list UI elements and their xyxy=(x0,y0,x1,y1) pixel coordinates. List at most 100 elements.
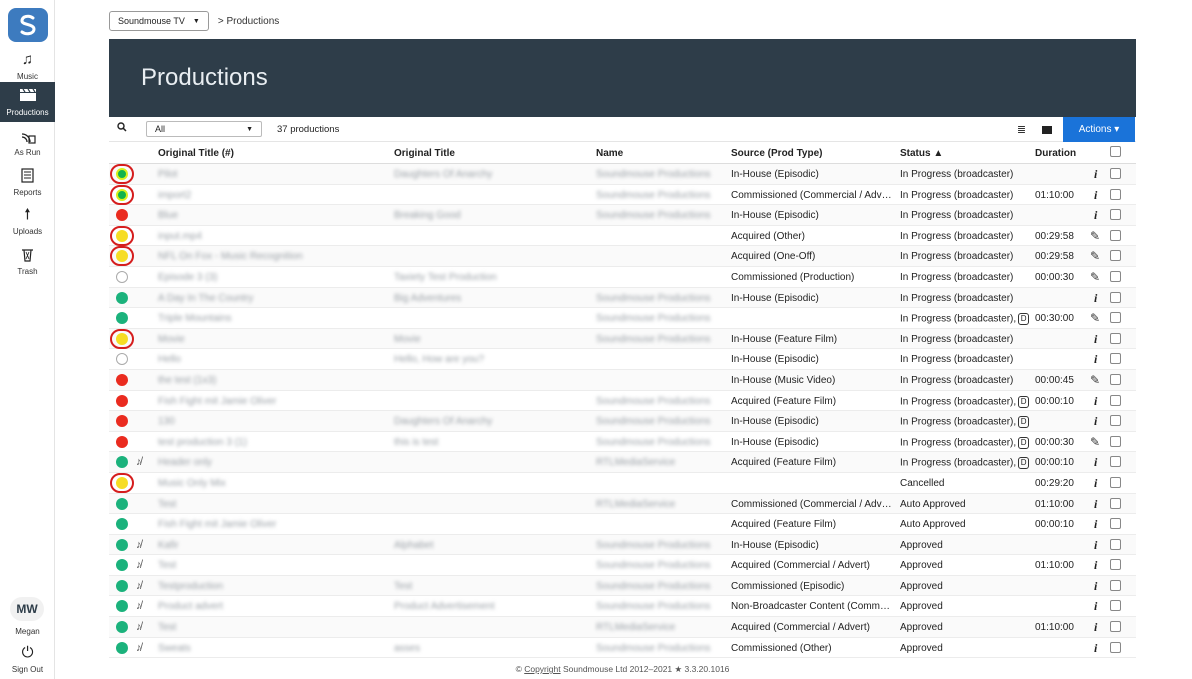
pencil-edit-icon[interactable]: ✎ xyxy=(1090,270,1100,284)
info-icon[interactable]: i xyxy=(1094,517,1097,532)
table-row[interactable]: ♪̸ Product advert Product Advertisement Sou… xyxy=(109,596,1136,618)
table-row[interactable]: the test (1x3) In-House (Music Video) In P… xyxy=(109,369,1136,391)
row-checkbox[interactable] xyxy=(1110,168,1121,179)
table-row[interactable]: Music Only Mix Cancelled 00:29:20 i xyxy=(109,472,1136,494)
row-checkbox[interactable] xyxy=(1110,394,1121,406)
info-icon[interactable]: i xyxy=(1094,497,1097,512)
table-row[interactable]: A Day In The Country Big Adventures Soundm… xyxy=(109,287,1136,309)
table-row[interactable]: 130 Daughters Of Anarchy Soundmouse Produc… xyxy=(109,411,1136,432)
row-checkbox[interactable] xyxy=(1110,559,1121,571)
col-status[interactable]: Status ▲ xyxy=(900,148,943,159)
original-title-num[interactable]: Pilot xyxy=(158,169,177,180)
info-icon[interactable]: i xyxy=(1094,599,1097,614)
original-title-num[interactable]: A Day In The Country xyxy=(158,293,253,304)
info-icon[interactable]: i xyxy=(1094,476,1097,491)
info-icon[interactable]: i xyxy=(1094,291,1097,306)
row-checkbox[interactable] xyxy=(1110,250,1121,262)
compact-view-icon[interactable] xyxy=(1036,120,1058,139)
row-checkbox[interactable] xyxy=(1110,188,1121,200)
original-title-num[interactable]: Fish Fight mit Jamie Oliver xyxy=(158,519,276,530)
avatar[interactable]: MW xyxy=(10,597,44,621)
info-icon[interactable]: i xyxy=(1094,455,1097,470)
col-source[interactable]: Source (Prod Type) xyxy=(731,148,823,159)
original-title-num[interactable]: 130 xyxy=(158,416,175,427)
pencil-edit-icon[interactable]: ✎ xyxy=(1090,435,1100,449)
sidebar-item-reports[interactable]: Reports xyxy=(0,162,55,202)
table-row[interactable]: Fish Fight mit Jamie Oliver Soundmouse Pr… xyxy=(109,391,1136,412)
select-all-checkbox[interactable] xyxy=(1110,146,1121,157)
table-row[interactable]: test production 3 (1) this is test Soundmo… xyxy=(109,432,1136,453)
table-row[interactable]: ♪̸ Kafir Alphabet Soundmouse Productions In-… xyxy=(109,534,1136,556)
row-checkbox[interactable] xyxy=(1110,456,1121,468)
info-icon[interactable]: i xyxy=(1094,352,1097,367)
original-title-num[interactable]: Music Only Mix xyxy=(158,478,226,489)
original-title-num[interactable]: Triple Mountains xyxy=(158,313,232,324)
original-title-num[interactable]: Sweats xyxy=(158,643,191,654)
row-checkbox[interactable] xyxy=(1110,621,1121,633)
soundmouse-logo-icon[interactable] xyxy=(8,8,48,42)
original-title-num[interactable]: Test xyxy=(158,622,176,633)
pencil-edit-icon[interactable]: ✎ xyxy=(1090,311,1100,325)
row-checkbox[interactable] xyxy=(1110,353,1121,365)
original-title-num[interactable]: Testproduction xyxy=(158,581,223,592)
info-icon[interactable]: i xyxy=(1094,414,1097,429)
sidebar-item-music[interactable]: ♫ Music xyxy=(0,46,55,86)
row-checkbox[interactable] xyxy=(1110,435,1121,447)
info-icon[interactable]: i xyxy=(1094,394,1097,409)
original-title-num[interactable]: Fish Fight mit Jamie Oliver xyxy=(158,396,276,407)
info-icon[interactable]: i xyxy=(1094,208,1097,223)
table-row[interactable]: ♪̸ Test RTLMediaService Acquired (Commercia… xyxy=(109,617,1136,638)
original-title-num[interactable]: input.mp4 xyxy=(158,231,202,242)
table-row[interactable]: Triple Mountains Soundmouse Productions In… xyxy=(109,308,1136,329)
col-original-title-num[interactable]: Original Title (#) xyxy=(158,148,234,159)
search-icon[interactable] xyxy=(117,122,127,135)
row-checkbox[interactable] xyxy=(1110,415,1121,427)
col-original-title[interactable]: Original Title xyxy=(394,148,455,159)
original-title-num[interactable]: Test xyxy=(158,499,176,510)
table-row[interactable]: ♪̸ Test Soundmouse Productions Acquired (Co… xyxy=(109,555,1136,576)
row-checkbox[interactable] xyxy=(1110,497,1121,509)
row-checkbox[interactable] xyxy=(1110,476,1121,488)
row-checkbox[interactable] xyxy=(1110,579,1121,591)
original-title-num[interactable]: Header only xyxy=(158,457,212,468)
original-title-num[interactable]: Product advert xyxy=(158,601,223,612)
row-checkbox[interactable] xyxy=(1110,600,1121,612)
row-checkbox[interactable] xyxy=(1110,538,1121,550)
list-view-icon[interactable]: ≣ xyxy=(1012,120,1031,139)
info-icon[interactable]: i xyxy=(1094,538,1097,553)
copyright-link[interactable]: Copyright xyxy=(524,664,560,674)
table-row[interactable]: input.mp4 Acquired (Other) In Progress (br… xyxy=(109,225,1136,247)
table-row[interactable]: ♪̸ Testproduction Test Soundmouse Productio… xyxy=(109,575,1136,597)
info-icon[interactable]: i xyxy=(1094,620,1097,635)
sidebar-item-uploads[interactable]: 🠕 Uploads xyxy=(0,201,55,241)
account-select[interactable]: Soundmouse TV ▼ xyxy=(109,11,209,31)
table-row[interactable]: ♪̸ Header only RTLMediaService Acquired (Fe… xyxy=(109,452,1136,473)
original-title-num[interactable]: the test (1x3) xyxy=(158,375,216,386)
info-icon[interactable]: i xyxy=(1094,579,1097,594)
sidebar-item-trash[interactable]: Trash xyxy=(0,241,55,281)
pencil-edit-icon[interactable]: ✎ xyxy=(1090,249,1100,263)
filter-select[interactable]: All ▼ xyxy=(146,121,262,137)
table-row[interactable]: import2 Soundmouse Productions Commissione… xyxy=(109,184,1136,206)
table-row[interactable]: Movie Movie Soundmouse Productions In-House… xyxy=(109,328,1136,350)
table-row[interactable]: Blue Breaking Good Soundmouse Productions I… xyxy=(109,205,1136,226)
table-row[interactable]: Test RTLMediaService Commissioned (Commerc… xyxy=(109,493,1136,515)
original-title-num[interactable]: Hello xyxy=(158,354,181,365)
table-row[interactable]: NFL On Fox - Music Recognition Acquired (… xyxy=(109,246,1136,267)
row-checkbox[interactable] xyxy=(1110,209,1121,221)
actions-button[interactable]: Actions ▾ xyxy=(1063,117,1135,142)
row-checkbox[interactable] xyxy=(1110,518,1121,530)
row-checkbox[interactable] xyxy=(1110,229,1121,241)
row-checkbox[interactable] xyxy=(1110,312,1121,324)
info-icon[interactable]: i xyxy=(1094,167,1097,182)
original-title-num[interactable]: NFL On Fox - Music Recognition xyxy=(158,251,303,262)
sidebar-item-productions[interactable]: Productions xyxy=(0,82,55,122)
original-title-num[interactable]: Movie xyxy=(158,334,185,345)
sidebar-item-as-run[interactable]: As Run xyxy=(0,122,55,162)
original-title-num[interactable]: Episode 3 (3) xyxy=(158,272,217,283)
table-row[interactable]: Hello Hello, How are you? In-House (Episod… xyxy=(109,349,1136,370)
original-title-num[interactable]: import2 xyxy=(158,190,191,201)
col-duration[interactable]: Duration xyxy=(1035,148,1076,159)
info-icon[interactable]: i xyxy=(1094,332,1097,347)
row-checkbox[interactable] xyxy=(1110,291,1121,303)
